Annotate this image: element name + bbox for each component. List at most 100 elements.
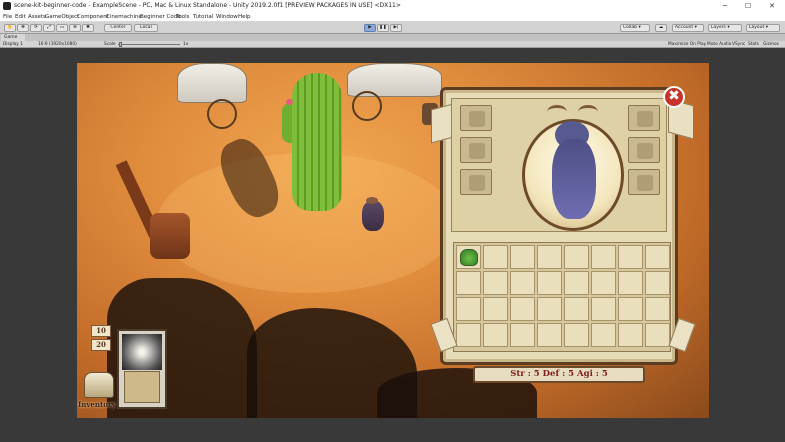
menu-gameobject[interactable]: GameObject: [45, 12, 79, 22]
menu-cinemachine[interactable]: Cinemachine: [106, 12, 142, 22]
inventory-slot[interactable]: [645, 297, 670, 321]
account-dropdown[interactable]: Account ▾: [672, 24, 704, 32]
menu-help[interactable]: Help: [238, 12, 251, 22]
inventory-slot[interactable]: [645, 323, 670, 347]
equip-slot-accessory[interactable]: [628, 137, 660, 163]
inventory-chest-icon[interactable]: [84, 372, 114, 398]
equip-slot-body[interactable]: [460, 137, 492, 163]
rotate-tool-icon[interactable]: ⟳: [30, 24, 42, 32]
scroll-ornament-right: [668, 317, 696, 353]
inventory-slot[interactable]: [483, 297, 508, 321]
inventory-slot[interactable]: [645, 245, 670, 269]
scale-slider-handle[interactable]: [119, 42, 122, 47]
layout-dropdown[interactable]: Layout ▾: [746, 24, 780, 32]
step-button[interactable]: ▶|: [390, 24, 402, 32]
tab-bar: Game: [0, 34, 785, 41]
cactus-flower: [286, 99, 293, 105]
inventory-slot[interactable]: [483, 271, 508, 295]
layers-dropdown[interactable]: Layers ▾: [708, 24, 742, 32]
unity-logo-icon: [3, 2, 11, 10]
hand-tool-icon[interactable]: ✋: [4, 24, 16, 32]
inventory-slot[interactable]: [564, 245, 589, 269]
mute-audio-toggle[interactable]: Mute Audio: [707, 41, 731, 48]
inventory-slot[interactable]: [456, 245, 481, 269]
game-viewport[interactable]: ✖ Str: 5 Def: 5 Agi: 5 10 20 Inventor…: [77, 63, 709, 418]
inventory-slot[interactable]: [564, 297, 589, 321]
inventory-grid: [453, 242, 671, 352]
resolution-dropdown[interactable]: 16:9 (1920x1080): [38, 41, 77, 48]
inventory-slot[interactable]: [510, 323, 535, 347]
inventory-slot[interactable]: [537, 323, 562, 347]
pivot-center-toggle[interactable]: Center: [104, 24, 132, 32]
inventory-slot[interactable]: [618, 297, 643, 321]
inventory-slot[interactable]: [510, 245, 535, 269]
cactus: [292, 73, 342, 211]
map-icon: [124, 371, 160, 403]
scale-tool-icon[interactable]: ⤢: [43, 24, 55, 32]
equip-slot-head[interactable]: [460, 105, 492, 131]
character-stats: Str : 5 Def : 5 Agi : 5: [473, 366, 645, 383]
play-button[interactable]: ▶: [364, 24, 376, 32]
menu-component[interactable]: Component: [77, 12, 109, 22]
minimize-button[interactable]: ─: [715, 0, 735, 12]
close-window-button[interactable]: ✕: [762, 0, 782, 12]
menu-assets[interactable]: Assets: [28, 12, 46, 22]
main-toolbar: ✋ ✥ ⟳ ⤢ ▭ ⊕ ✱ Center Local ▶ ❚❚ ▶| Colla…: [0, 22, 785, 34]
inventory-slot[interactable]: [537, 245, 562, 269]
cloud-icon[interactable]: ☁: [655, 24, 667, 32]
pants-icon: [469, 175, 485, 191]
collab-dropdown[interactable]: Collab ▾: [620, 24, 650, 32]
inventory-slot[interactable]: [456, 297, 481, 321]
inventory-slot[interactable]: [645, 271, 670, 295]
rect-tool-icon[interactable]: ▭: [56, 24, 68, 32]
maximize-button[interactable]: ☐: [738, 0, 758, 12]
display-dropdown[interactable]: Display 1: [3, 41, 23, 48]
close-inventory-button[interactable]: ✖: [663, 86, 685, 108]
window-title-bar: scene-kit-beginner-code - ExampleScene -…: [0, 0, 785, 12]
menu-tools[interactable]: Tools: [176, 12, 190, 22]
menu-window[interactable]: Window: [216, 12, 238, 22]
space-local-toggle[interactable]: Local: [134, 24, 158, 32]
move-tool-icon[interactable]: ✥: [17, 24, 29, 32]
inventory-slot[interactable]: [591, 323, 616, 347]
menu-file[interactable]: File: [3, 12, 12, 22]
inventory-slot[interactable]: [537, 297, 562, 321]
equip-slot-feet[interactable]: [628, 169, 660, 195]
inventory-slot[interactable]: [591, 245, 616, 269]
inventory-button-label[interactable]: Inventory: [78, 400, 116, 409]
potion-icon[interactable]: [460, 249, 478, 266]
menu-edit[interactable]: Edit: [15, 12, 26, 22]
menu-tutorial[interactable]: Tutorial: [193, 12, 213, 22]
scale-value: 1x: [183, 42, 189, 47]
game-view-toolbar: Display 1 16:9 (1920x1080) Scale 1x Maxi…: [0, 41, 785, 48]
inventory-slot[interactable]: [537, 271, 562, 295]
inventory-slot[interactable]: [510, 271, 535, 295]
stats-toggle[interactable]: Stats: [748, 41, 759, 48]
equip-slot-weapon[interactable]: [628, 105, 660, 131]
menu-beginner-code[interactable]: Beginner Code: [140, 12, 181, 22]
transform-tool-icon[interactable]: ⊕: [69, 24, 81, 32]
player-hat: [366, 197, 378, 204]
inventory-slot[interactable]: [483, 245, 508, 269]
maximize-on-play-toggle[interactable]: Maximize On Play: [668, 41, 706, 48]
moose-character: [552, 139, 596, 219]
inventory-slot[interactable]: [591, 297, 616, 321]
pause-button[interactable]: ❚❚: [377, 24, 389, 32]
equip-slot-legs[interactable]: [460, 169, 492, 195]
inventory-slot[interactable]: [618, 271, 643, 295]
inventory-slot[interactable]: [564, 323, 589, 347]
tab-game[interactable]: Game: [1, 34, 25, 41]
inventory-slot[interactable]: [456, 323, 481, 347]
minimap-card[interactable]: [117, 329, 167, 409]
inventory-slot[interactable]: [510, 297, 535, 321]
vsync-toggle[interactable]: VSync: [732, 41, 745, 48]
inventory-slot[interactable]: [618, 323, 643, 347]
inventory-slot[interactable]: [483, 323, 508, 347]
inventory-slot[interactable]: [564, 271, 589, 295]
inventory-slot[interactable]: [618, 245, 643, 269]
gizmos-dropdown[interactable]: Gizmos: [763, 41, 779, 48]
custom-tool-icon[interactable]: ✱: [82, 24, 94, 32]
inventory-slot[interactable]: [591, 271, 616, 295]
scale-slider[interactable]: [118, 44, 180, 45]
inventory-slot[interactable]: [456, 271, 481, 295]
